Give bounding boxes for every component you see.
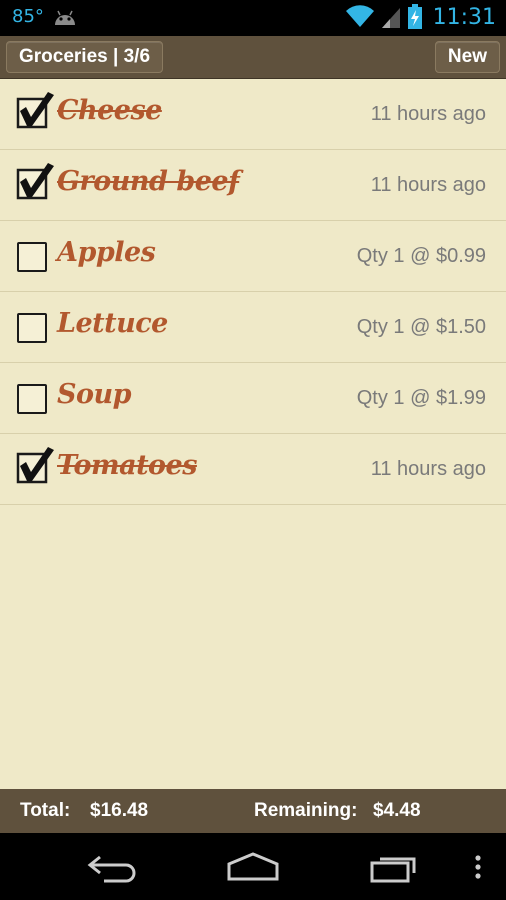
total-value: $16.48: [90, 800, 149, 821]
list-item[interactable]: Apples Qty 1 @ $0.99: [0, 221, 506, 292]
overflow-menu-icon[interactable]: [472, 855, 484, 881]
new-button[interactable]: New: [434, 41, 500, 73]
navigation-bar: [0, 833, 506, 900]
checkbox-unchecked[interactable]: [17, 313, 47, 343]
item-meta: 11 hours ago: [370, 103, 486, 125]
item-name: Lettuce: [57, 308, 168, 339]
item-meta: Qty 1 @ $1.99: [356, 387, 486, 409]
android-icon: [54, 10, 75, 25]
list-title-button[interactable]: Groceries | 3/6: [6, 41, 164, 73]
checkbox-checked-icon[interactable]: [14, 160, 56, 202]
item-meta: 11 hours ago: [370, 458, 486, 480]
totals-bar: Total: $16.48 Remaining: $4.48: [0, 789, 506, 833]
checkbox-checked-icon[interactable]: [14, 89, 56, 131]
item-meta: Qty 1 @ $0.99: [356, 245, 486, 267]
item-meta: Qty 1 @ $1.50: [356, 316, 486, 338]
recent-apps-icon[interactable]: [368, 851, 420, 883]
item-name: Ground beef: [57, 166, 240, 197]
list-item[interactable]: Cheese 11 hours ago: [0, 79, 506, 150]
list-item[interactable]: Ground beef 11 hours ago: [0, 150, 506, 221]
checkbox-unchecked[interactable]: [17, 384, 47, 414]
wifi-icon: [345, 5, 374, 27]
home-icon[interactable]: [226, 851, 280, 883]
list-item[interactable]: Lettuce Qty 1 @ $1.50: [0, 292, 506, 363]
item-name: Apples: [57, 237, 156, 268]
list-item[interactable]: Tomatoes 11 hours ago: [0, 434, 506, 505]
grocery-list: Cheese 11 hours ago Ground beef 11 hours…: [0, 79, 506, 789]
status-left: 85°: [12, 6, 78, 27]
status-right: 11:31: [345, 4, 496, 30]
remaining-value: $4.48: [373, 800, 421, 821]
checkbox-checked-icon[interactable]: [14, 444, 56, 486]
back-icon[interactable]: [86, 851, 138, 883]
battery-charging-icon: [407, 4, 422, 29]
item-name: Cheese: [57, 95, 162, 126]
item-name: Tomatoes: [57, 450, 197, 481]
clock: 11:31: [432, 4, 496, 30]
temperature-label: 85°: [12, 6, 44, 27]
item-name: Soup: [57, 379, 132, 410]
status-bar: 85° 11:31: [0, 0, 506, 36]
signal-icon: [381, 8, 400, 28]
remaining-label: Remaining:: [254, 800, 358, 821]
checkbox-unchecked[interactable]: [17, 242, 47, 272]
total-label: Total:: [20, 800, 71, 821]
item-meta: 11 hours ago: [370, 174, 486, 196]
app-header: Groceries | 3/6 New: [0, 36, 506, 79]
list-item[interactable]: Soup Qty 1 @ $1.99: [0, 363, 506, 434]
